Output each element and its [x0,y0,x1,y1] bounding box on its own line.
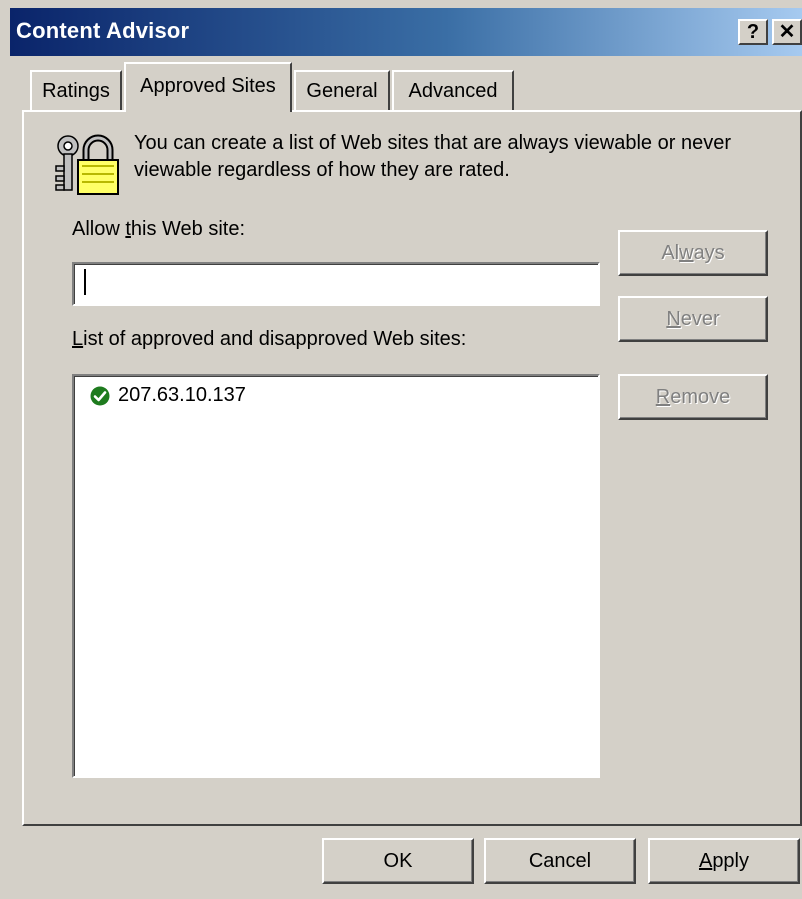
tab-advanced[interactable]: Advanced [392,70,514,110]
allow-site-input[interactable] [72,262,600,306]
cancel-button[interactable]: Cancel [484,838,636,884]
list-item[interactable]: 207.63.10.137 [90,384,246,407]
lock-keys-icon [55,134,119,195]
ok-button[interactable]: OK [322,838,474,884]
remove-button[interactable]: Remove [618,374,768,420]
tab-approved-sites[interactable]: Approved Sites [124,62,292,112]
text-caret [84,269,86,295]
apply-button[interactable]: Apply [648,838,800,884]
window-title: Content Advisor [16,18,190,43]
green-check-icon [90,386,110,405]
title-bar[interactable]: Content Advisor ? ✕ [10,8,802,56]
always-button[interactable]: Always [618,230,768,276]
site-list[interactable]: 207.63.10.137 [72,374,600,778]
close-button[interactable]: ✕ [772,19,802,45]
allow-site-label: Allow this Web site: [72,218,246,240]
help-button[interactable]: ? [738,19,768,45]
intro-text: You can create a list of Web sites that … [134,132,731,181]
never-button[interactable]: Never [618,296,768,342]
site-address: 207.63.10.137 [118,384,246,406]
content-advisor-dialog: Content Advisor ? ✕ Ratings Approved Sit… [0,0,802,899]
tab-ratings[interactable]: Ratings [30,70,122,110]
tab-general[interactable]: General [294,70,390,110]
site-list-label: List of approved and disapproved Web sit… [72,328,467,350]
